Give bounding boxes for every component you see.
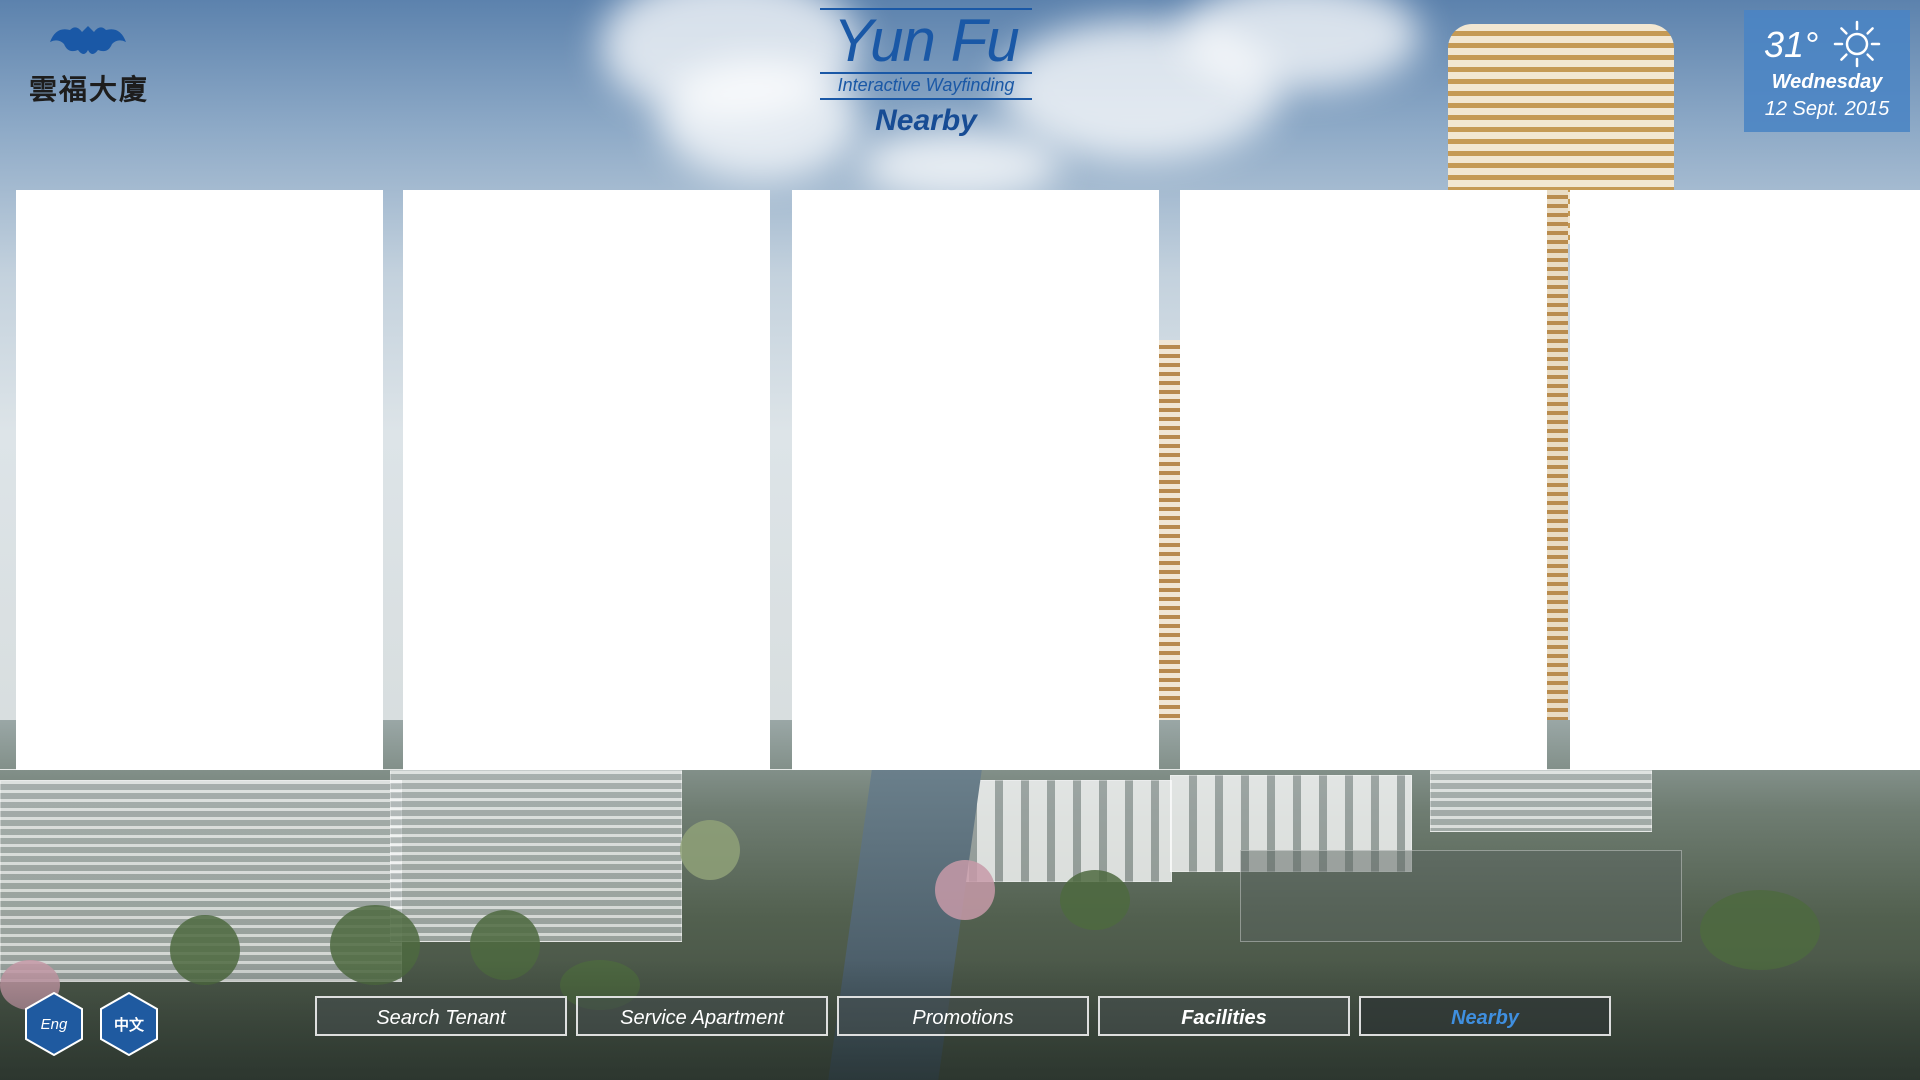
nav-search-tenant[interactable]: Search Tenant bbox=[315, 996, 567, 1036]
temperature: 31° bbox=[1764, 24, 1819, 65]
building-logo: 雲福大廈 bbox=[24, 22, 154, 112]
nearby-card-5[interactable] bbox=[1570, 190, 1920, 770]
nearby-card-3[interactable] bbox=[792, 190, 1159, 770]
nav-service-apartment[interactable]: Service Apartment bbox=[576, 996, 828, 1036]
brand-subtitle: Interactive Wayfinding bbox=[837, 75, 1015, 95]
weather-widget: 31° Wednesday 12 Sept. 2015 bbox=[1744, 10, 1910, 132]
nearby-card-2[interactable] bbox=[403, 190, 770, 770]
brand-title: Yun Fu bbox=[833, 7, 1019, 74]
lang-chinese-label: 中文 bbox=[113, 1015, 144, 1034]
bat-logo-icon bbox=[50, 26, 126, 54]
nearby-card-4[interactable] bbox=[1180, 190, 1547, 770]
nav-nearby[interactable]: Nearby bbox=[1359, 996, 1611, 1036]
lang-english-button[interactable]: Eng bbox=[25, 992, 83, 1056]
panel-baseline bbox=[0, 769, 1920, 770]
lang-english-label: Eng bbox=[40, 1015, 68, 1033]
weekday: Wednesday bbox=[1771, 71, 1883, 93]
nearby-panels bbox=[0, 190, 1920, 770]
sun-icon bbox=[1833, 20, 1881, 68]
nav-promotions[interactable]: Promotions bbox=[837, 996, 1089, 1036]
logo-text: 雲福大廈 bbox=[28, 73, 149, 106]
lang-chinese-button[interactable]: 中文 bbox=[100, 992, 158, 1056]
nav-facilities[interactable]: Facilities bbox=[1098, 996, 1350, 1036]
brand-header: Yun Fu Interactive Wayfinding Nearby bbox=[818, 8, 1034, 138]
page-title: Nearby bbox=[875, 104, 977, 137]
nearby-card-1[interactable] bbox=[16, 190, 383, 770]
date: 12 Sept. 2015 bbox=[1764, 98, 1890, 120]
